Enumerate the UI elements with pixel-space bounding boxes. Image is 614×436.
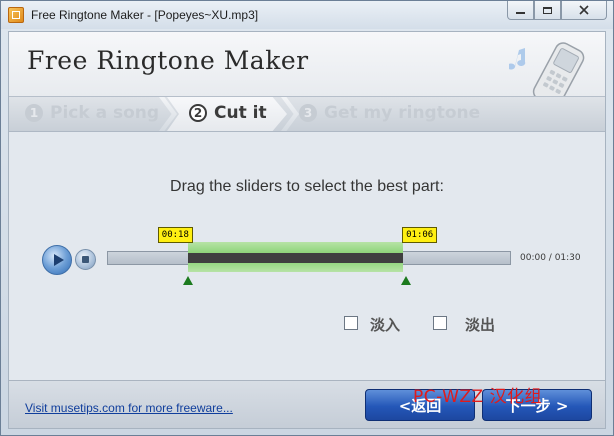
start-time-marker: 00:18 (157, 227, 193, 243)
app-title: Free Ringtone Maker (27, 46, 309, 75)
header: Free Ringtone Maker (9, 32, 605, 107)
app-icon (8, 7, 24, 23)
fade-out-label: 淡出 (465, 316, 496, 334)
window-title: Free Ringtone Maker - [Popeyes~XU.mp3] (31, 8, 259, 22)
selection-waveform (187, 253, 404, 263)
close-icon (579, 5, 589, 15)
step-number: 2 (189, 104, 207, 122)
watermark-text: PC-WZZ 汉化组 (413, 387, 543, 407)
maximize-button[interactable] (534, 1, 561, 20)
step-number: 1 (25, 104, 43, 122)
stop-button[interactable] (75, 249, 96, 270)
app-window: Free Ringtone Maker - [Popeyes~XU.mp3] F… (0, 0, 614, 436)
step-number: 3 (299, 104, 317, 122)
step-label: Cut it (214, 103, 267, 123)
minimize-icon (516, 12, 525, 14)
client-area: Free Ringtone Maker 1 Pick a song 2 Cut … (8, 31, 606, 429)
play-button[interactable] (42, 245, 72, 275)
fade-out-checkbox[interactable] (433, 316, 447, 330)
wizard-steps: 1 Pick a song 2 Cut it 3 Get my ringtone (9, 96, 605, 132)
fade-in-checkbox[interactable] (344, 316, 358, 330)
close-button[interactable] (561, 1, 607, 20)
step-pick-a-song: 1 Pick a song (25, 103, 159, 123)
fade-in-label: 淡入 (370, 316, 401, 334)
step-label: Pick a song (50, 103, 160, 123)
end-time-marker: 01:06 (402, 227, 438, 243)
minimize-button[interactable] (507, 1, 534, 20)
start-slider-handle[interactable] (182, 276, 193, 285)
step-label: Get my ringtone (324, 103, 481, 123)
maximize-icon (543, 6, 552, 14)
instruction-text: Drag the sliders to select the best part… (170, 178, 444, 195)
step-get-my-ringtone: 3 Get my ringtone (299, 103, 480, 123)
step-cut-it: 2 Cut it (189, 103, 267, 123)
end-slider-handle[interactable] (401, 276, 412, 285)
title-bar[interactable]: Free Ringtone Maker - [Popeyes~XU.mp3] (1, 1, 613, 29)
time-readout: 00:00 / 01:30 (520, 253, 581, 263)
musetips-link[interactable]: Visit musetips.com for more freeware... (25, 401, 233, 415)
